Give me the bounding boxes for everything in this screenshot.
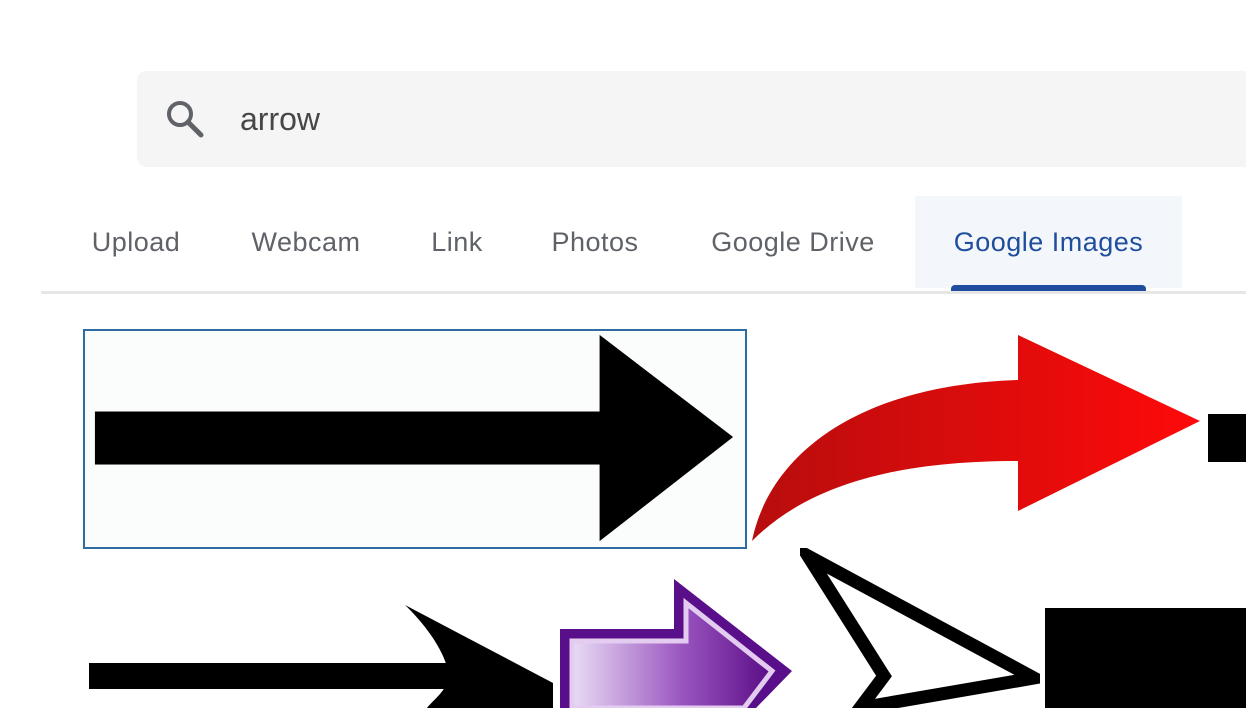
result-outlined-chevron-arrow[interactable] bbox=[800, 548, 1040, 708]
result-purple-gradient-arrow[interactable] bbox=[556, 575, 796, 708]
tab-label: Google Drive bbox=[711, 226, 875, 257]
image-picker-dialog: Upload Webcam Link Photos Google Drive G… bbox=[0, 0, 1246, 708]
black-square-arrow-image bbox=[1045, 608, 1246, 708]
tab-webcam[interactable]: Webcam bbox=[228, 196, 384, 288]
tab-google-drive[interactable]: Google Drive bbox=[686, 196, 900, 288]
black-straight-arrow-image bbox=[94, 334, 734, 542]
tabs-divider bbox=[41, 291, 1246, 294]
tab-link[interactable]: Link bbox=[410, 196, 504, 288]
black-block-arrow-image bbox=[1208, 414, 1246, 462]
thin-black-arrow-image bbox=[89, 605, 553, 708]
tab-upload[interactable]: Upload bbox=[70, 196, 202, 288]
tab-label: Link bbox=[431, 226, 483, 257]
result-red-curved-arrow[interactable] bbox=[750, 333, 1202, 545]
tab-label: Webcam bbox=[251, 226, 361, 257]
result-black-block-arrow[interactable] bbox=[1206, 412, 1246, 464]
result-black-square-arrow[interactable] bbox=[1043, 606, 1246, 708]
tab-label: Upload bbox=[91, 226, 181, 257]
tab-label: Photos bbox=[551, 226, 639, 257]
tab-photos[interactable]: Photos bbox=[530, 196, 660, 288]
outlined-chevron-arrow-image bbox=[800, 548, 1040, 708]
result-black-straight-arrow[interactable] bbox=[83, 329, 747, 549]
search-icon[interactable] bbox=[164, 98, 206, 140]
red-curved-arrow-image bbox=[752, 335, 1200, 541]
search-input[interactable] bbox=[240, 96, 1140, 142]
purple-gradient-arrow-image bbox=[560, 579, 792, 708]
tab-label: Google Images bbox=[953, 226, 1144, 257]
result-thin-black-arrow[interactable] bbox=[87, 603, 553, 708]
tab-google-images[interactable]: Google Images bbox=[915, 196, 1182, 288]
